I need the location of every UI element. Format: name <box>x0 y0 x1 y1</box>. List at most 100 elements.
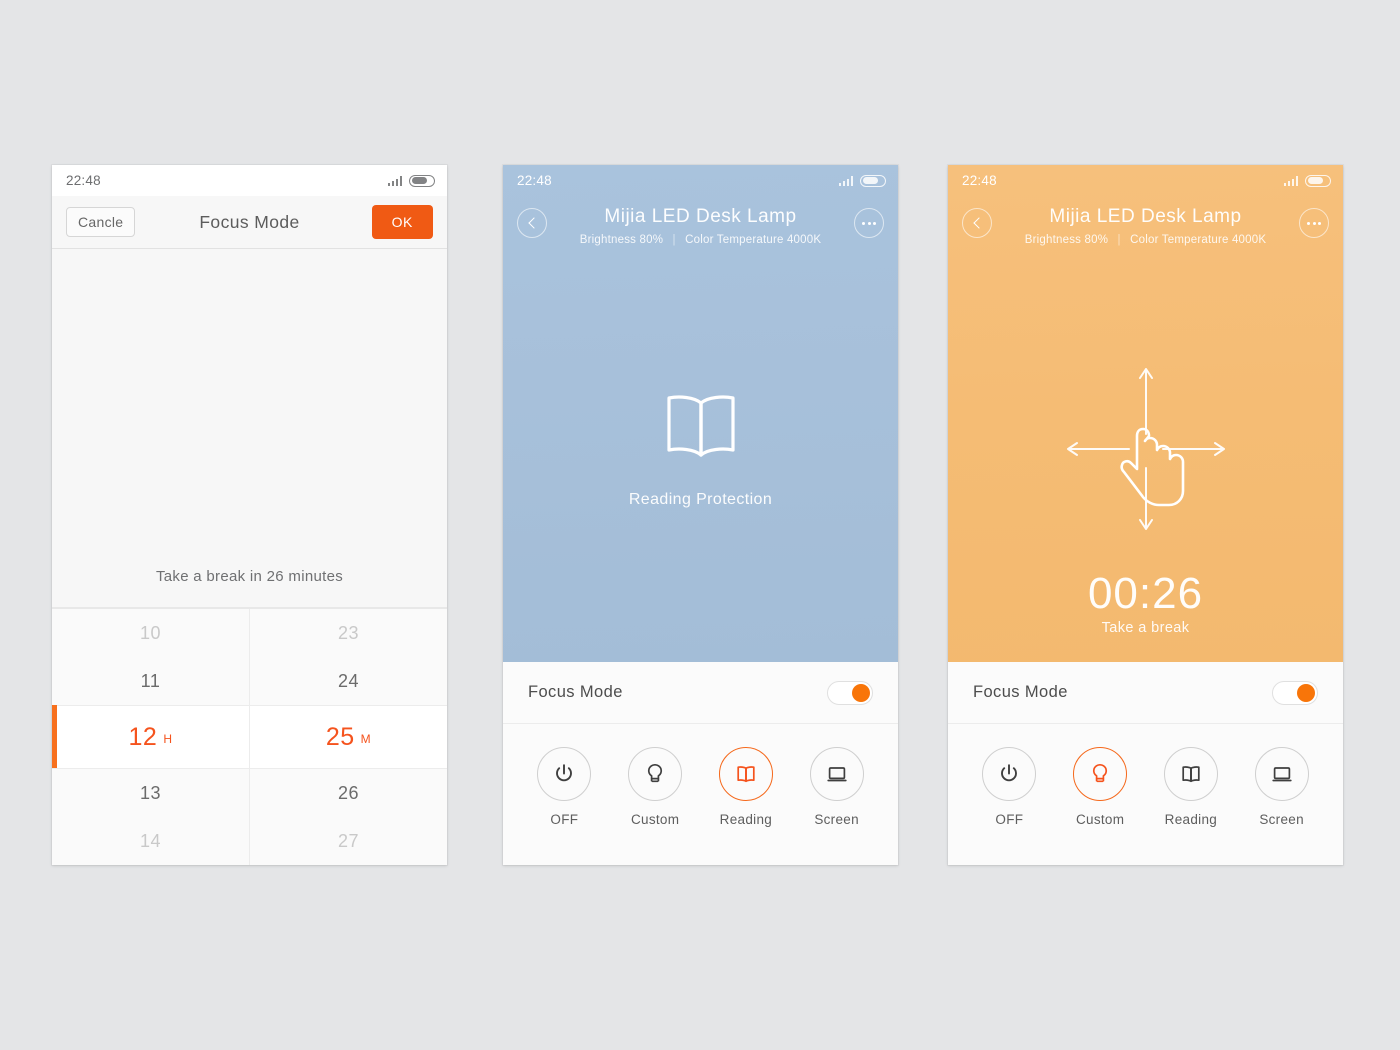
mode-label: Custom <box>630 811 680 827</box>
status-bar: 22:48 <box>948 165 1343 196</box>
mode-circle <box>809 746 864 801</box>
hour-selected[interactable]: 12 H <box>52 705 249 769</box>
mode-button-off[interactable]: OFF <box>971 746 1047 827</box>
minute-option[interactable]: 24 <box>250 657 447 705</box>
lamp-header: Mijia LED Desk Lamp Brightness 80% | Col… <box>503 196 898 264</box>
phone-screen-reading-protection: 22:48 Mijia LED Desk Lamp Brightness 80%… <box>503 165 898 865</box>
hour-option[interactable]: 14 <box>52 817 249 865</box>
mode-circle <box>1073 746 1128 801</box>
power-icon <box>556 763 573 781</box>
battery-icon <box>860 174 886 187</box>
signal-bars-icon <box>387 175 402 186</box>
focus-mode-toggle[interactable] <box>827 680 873 705</box>
time-picker[interactable]: 10 11 12 H 13 14 23 24 25 M 26 27 <box>52 608 447 865</box>
status-bar: 22:48 <box>52 165 447 196</box>
hour-selected-value: 12 <box>128 722 158 751</box>
mode-button-screen[interactable]: Screen <box>799 746 875 827</box>
device-subtitle: Brightness 80% | Color Temperature 4000K <box>1004 234 1287 246</box>
hour-unit-label: H <box>163 732 173 746</box>
more-dots-icon <box>862 221 876 225</box>
power-icon <box>1001 763 1018 781</box>
hour-option[interactable]: 11 <box>52 657 249 705</box>
mode-circle <box>628 746 683 801</box>
lightbulb-icon <box>1093 763 1108 782</box>
mode-button-row: OFF Custom Reading Screen <box>948 724 1343 865</box>
minute-column[interactable]: 23 24 25 M 26 27 <box>249 609 447 865</box>
brightness-value: Brightness 80% <box>1024 234 1109 246</box>
mode-button-custom[interactable]: Custom <box>1062 746 1138 827</box>
mode-button-custom[interactable]: Custom <box>617 746 693 827</box>
lamp-hero-orange: 22:48 Mijia LED Desk Lamp Brightness 80%… <box>948 165 1343 662</box>
more-menu-button[interactable] <box>1299 208 1329 238</box>
chevron-left-icon <box>972 217 985 229</box>
hour-option[interactable]: 13 <box>52 769 249 817</box>
subtitle-separator: | <box>672 234 676 246</box>
break-countdown-block: 00:26 Take a break <box>948 570 1343 637</box>
back-button[interactable] <box>962 208 992 238</box>
more-menu-button[interactable] <box>854 208 884 238</box>
status-bar-time: 22:48 <box>517 173 552 188</box>
mode-button-reading[interactable]: Reading <box>1153 746 1229 827</box>
focus-mode-row[interactable]: Focus Mode <box>503 662 898 724</box>
mode-circle <box>982 746 1037 801</box>
focus-mode-label: Focus Mode <box>528 683 623 701</box>
hero-caption: Reading Protection <box>628 491 773 508</box>
lamp-title-block: Mijia LED Desk Lamp Brightness 80% | Col… <box>559 204 842 246</box>
lightbulb-icon <box>648 763 663 782</box>
phone-screen-take-a-break: 22:48 Mijia LED Desk Lamp Brightness 80%… <box>948 165 1343 865</box>
open-book-icon <box>1182 765 1200 782</box>
picker-header: Cancle Focus Mode OK <box>52 196 447 249</box>
mode-label: Screen <box>814 811 859 827</box>
status-bar-indicators <box>1283 174 1331 187</box>
color-temperature-value: Color Temperature 4000K <box>1130 234 1267 246</box>
mode-label: OFF <box>995 811 1024 827</box>
hour-option[interactable]: 10 <box>52 609 249 657</box>
picker-body: Take a break in 26 minutes <box>52 249 447 608</box>
minute-selected[interactable]: 25 M <box>250 705 447 769</box>
signal-bars-icon <box>838 175 853 186</box>
toggle-knob <box>852 683 870 702</box>
screenshot-canvas: 22:48 Cancle Focus Mode OK Take a break … <box>0 0 1400 1050</box>
focus-mode-toggle[interactable] <box>1272 680 1318 705</box>
status-bar: 22:48 <box>503 165 898 196</box>
back-button[interactable] <box>517 208 547 238</box>
hour-column[interactable]: 10 11 12 H 13 14 <box>52 609 249 865</box>
picker-selection-marker <box>52 705 57 768</box>
mode-circle <box>537 746 592 801</box>
open-book-icon <box>666 395 735 457</box>
break-hint-text: Take a break in 26 minutes <box>155 568 344 585</box>
lamp-title-block: Mijia LED Desk Lamp Brightness 80% | Col… <box>1004 204 1287 246</box>
more-dots-icon <box>1307 221 1321 225</box>
brightness-value: Brightness 80% <box>579 234 664 246</box>
mode-circle <box>1254 746 1309 801</box>
mode-button-off[interactable]: OFF <box>526 746 602 827</box>
cancel-button[interactable]: Cancle <box>66 207 136 237</box>
mode-circle <box>1163 746 1218 801</box>
battery-icon <box>1305 174 1331 187</box>
minute-unit-label: M <box>360 732 372 746</box>
hero-content: Reading Protection <box>503 264 898 662</box>
open-book-icon <box>737 765 755 782</box>
ok-button[interactable]: OK <box>371 205 433 239</box>
battery-icon <box>409 174 435 187</box>
lamp-hero-blue: 22:48 Mijia LED Desk Lamp Brightness 80%… <box>503 165 898 662</box>
mode-button-screen[interactable]: Screen <box>1244 746 1320 827</box>
minute-option[interactable]: 27 <box>250 817 447 865</box>
status-bar-indicators <box>387 174 435 187</box>
toggle-knob <box>1297 683 1315 702</box>
hand-gesture-swipe-icon <box>1066 367 1225 530</box>
mode-label: OFF <box>550 811 579 827</box>
focus-mode-label: Focus Mode <box>973 683 1068 701</box>
status-bar-indicators <box>838 174 886 187</box>
minute-option[interactable]: 26 <box>250 769 447 817</box>
minute-selected-value: 25 <box>325 722 355 751</box>
monitor-icon <box>1271 766 1292 781</box>
mode-label: Reading <box>719 811 773 827</box>
mode-button-reading[interactable]: Reading <box>708 746 784 827</box>
mode-label: Reading <box>1164 811 1218 827</box>
focus-mode-row[interactable]: Focus Mode <box>948 662 1343 724</box>
minute-option[interactable]: 23 <box>250 609 447 657</box>
device-title: Mijia LED Desk Lamp <box>604 206 797 227</box>
countdown-label: Take a break <box>1101 620 1190 636</box>
mode-label: Screen <box>1259 811 1304 827</box>
